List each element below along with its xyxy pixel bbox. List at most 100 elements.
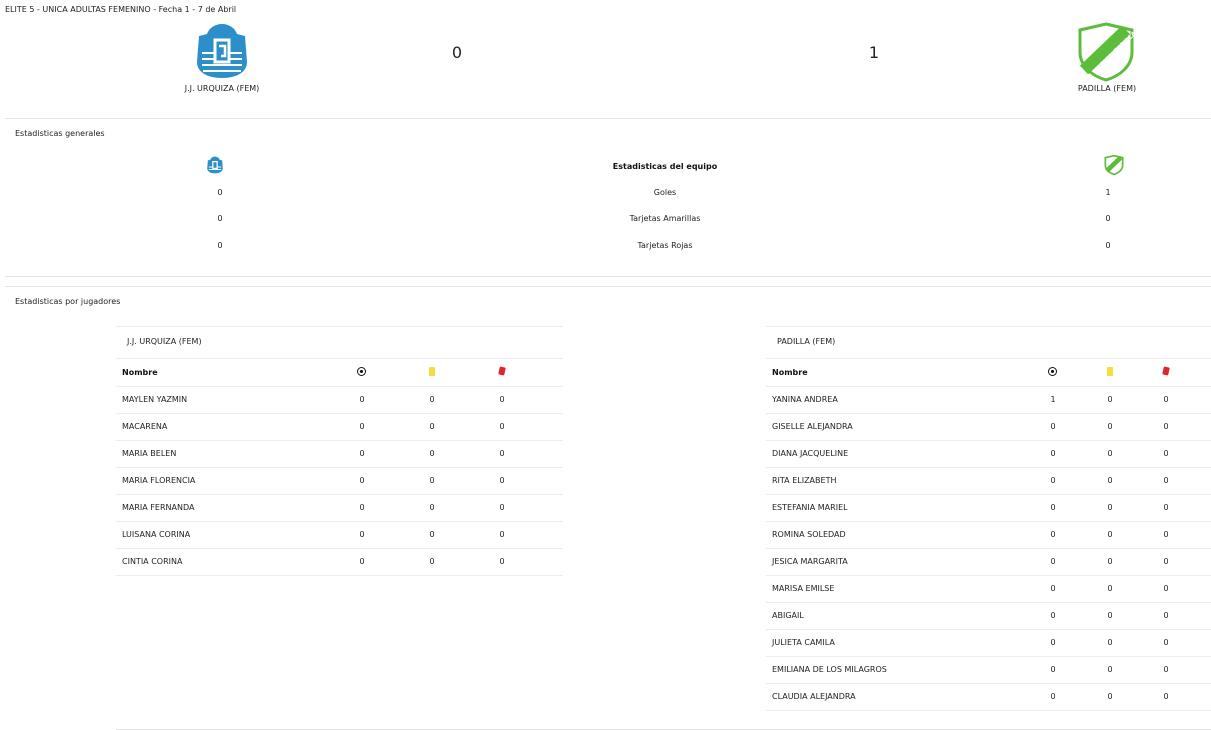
player-red: 0 xyxy=(1163,665,1169,674)
player-red: 0 xyxy=(499,476,505,485)
player-goals: 0 xyxy=(1050,476,1056,485)
jj-urquiza-crest-icon xyxy=(193,22,251,80)
player-goals: 0 xyxy=(1050,584,1056,593)
player-yellow: 0 xyxy=(1107,503,1113,512)
player-yellow: 0 xyxy=(1107,476,1113,485)
player-red: 0 xyxy=(499,557,505,566)
player-goals: 1 xyxy=(1050,395,1056,404)
player-name: YANINA ANDREA xyxy=(772,395,838,404)
home-red-cards: 0 xyxy=(217,241,223,250)
player-yellow: 0 xyxy=(429,530,435,539)
player-yellow: 0 xyxy=(429,449,435,458)
player-red: 0 xyxy=(1163,530,1169,539)
away-table-title: PADILLA (FEM) xyxy=(777,337,836,346)
player-goals: 0 xyxy=(1050,638,1056,647)
red-card-icon xyxy=(498,366,506,376)
yellow-card-icon xyxy=(429,367,435,376)
away-crest-small-icon xyxy=(1104,154,1124,176)
player-stats-label: Estadisticas por jugadores xyxy=(15,297,121,306)
player-red: 0 xyxy=(499,503,505,512)
player-yellow: 0 xyxy=(1107,395,1113,404)
player-goals: 0 xyxy=(1050,449,1056,458)
player-red: 0 xyxy=(1163,422,1169,431)
player-yellow: 0 xyxy=(429,422,435,431)
player-name: MARIA FLORENCIA xyxy=(122,476,196,485)
player-red: 0 xyxy=(1163,692,1169,701)
player-goals: 0 xyxy=(1050,422,1056,431)
player-yellow: 0 xyxy=(1107,665,1113,674)
away-goals: 1 xyxy=(1105,188,1111,197)
home-crest-small-icon xyxy=(206,156,224,174)
away-red-cards: 0 xyxy=(1105,241,1111,250)
player-goals: 0 xyxy=(1050,503,1056,512)
red-card-icon xyxy=(1162,366,1170,376)
player-yellow: 0 xyxy=(1107,530,1113,539)
padilla-crest-icon: M.M. PADILLA xyxy=(1076,22,1138,82)
player-red: 0 xyxy=(499,422,505,431)
home-yellow-cards: 0 xyxy=(217,214,223,223)
goal-ball-icon xyxy=(357,367,366,376)
player-name: MARIA FERNANDA xyxy=(122,503,195,512)
away-team-name: PADILLA (FEM) xyxy=(1077,84,1137,93)
away-col-nombre: Nombre xyxy=(772,368,808,377)
player-goals: 0 xyxy=(359,530,365,539)
player-goals: 0 xyxy=(1050,557,1056,566)
player-goals: 0 xyxy=(1050,611,1056,620)
away-yellow-cards: 0 xyxy=(1105,214,1111,223)
player-red: 0 xyxy=(1163,395,1169,404)
player-goals: 0 xyxy=(359,395,365,404)
player-yellow: 0 xyxy=(1107,449,1113,458)
player-red: 0 xyxy=(1163,449,1169,458)
player-yellow: 0 xyxy=(1107,611,1113,620)
player-red: 0 xyxy=(1163,584,1169,593)
general-stats-label: Estadisticas generales xyxy=(15,129,105,138)
player-name: JESICA MARGARITA xyxy=(772,557,848,566)
player-name: MAYLEN YAZMIN xyxy=(122,395,188,404)
player-yellow: 0 xyxy=(1107,638,1113,647)
player-red: 0 xyxy=(1163,476,1169,485)
team-stats-header: Estadisticas del equipo xyxy=(612,162,718,171)
player-name: ROMINA SOLEDAD xyxy=(772,530,846,539)
player-yellow: 0 xyxy=(1107,422,1113,431)
player-red: 0 xyxy=(1163,638,1169,647)
player-yellow: 0 xyxy=(429,557,435,566)
player-name: EMILIANA DE LOS MILAGROS xyxy=(772,665,887,674)
player-name: CINTIA CORINA xyxy=(122,557,183,566)
player-goals: 0 xyxy=(359,449,365,458)
player-name: MACARENA xyxy=(122,422,168,431)
away-score: 1 xyxy=(868,43,880,62)
player-goals: 0 xyxy=(359,503,365,512)
home-team-name: J.J. URQUIZA (FEM) xyxy=(184,84,260,93)
player-goals: 0 xyxy=(359,476,365,485)
player-goals: 0 xyxy=(359,557,365,566)
player-name: MARIA BELEN xyxy=(122,449,177,458)
player-name: DIANA JACQUELINE xyxy=(772,449,849,458)
player-yellow: 0 xyxy=(429,476,435,485)
player-goals: 0 xyxy=(1050,692,1056,701)
home-col-nombre: Nombre xyxy=(122,368,158,377)
player-goals: 0 xyxy=(1050,665,1056,674)
player-red: 0 xyxy=(1163,557,1169,566)
player-yellow: 0 xyxy=(1107,692,1113,701)
player-yellow: 0 xyxy=(429,395,435,404)
player-goals: 0 xyxy=(359,422,365,431)
player-red: 0 xyxy=(1163,503,1169,512)
player-name: RITA ELIZABETH xyxy=(772,476,837,485)
stat-label-amarillas: Tarjetas Amarillas xyxy=(629,214,701,223)
player-name: ABIGAIL xyxy=(772,611,804,620)
player-name: ESTEFANIA MARIEL xyxy=(772,503,848,512)
player-yellow: 0 xyxy=(1107,584,1113,593)
yellow-card-icon xyxy=(1107,367,1113,376)
player-red: 0 xyxy=(499,395,505,404)
player-yellow: 0 xyxy=(1107,557,1113,566)
stat-label-rojas: Tarjetas Rojas xyxy=(637,241,693,250)
player-red: 0 xyxy=(1163,611,1169,620)
player-name: MARISA EMILSE xyxy=(772,584,835,593)
player-name: LUISANA CORINA xyxy=(122,530,191,539)
match-title: ELITE 5 - UNICA ADULTAS FEMENINO - Fecha… xyxy=(5,5,237,14)
player-name: JULIETA CAMILA xyxy=(772,638,835,647)
player-name: GISELLE ALEJANDRA xyxy=(772,422,853,431)
player-goals: 0 xyxy=(1050,530,1056,539)
home-goals: 0 xyxy=(217,188,223,197)
home-score: 0 xyxy=(451,43,463,62)
